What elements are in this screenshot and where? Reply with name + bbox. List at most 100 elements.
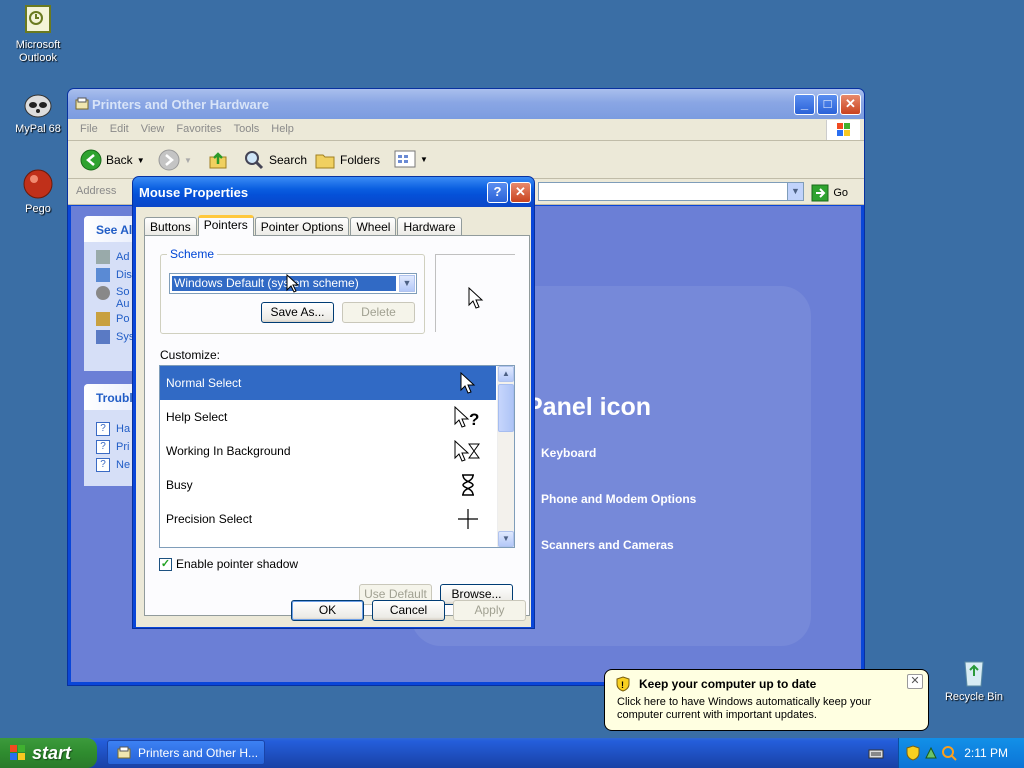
system-tray: 2:11 PM bbox=[898, 738, 1024, 768]
desktop-icon-label: Pego bbox=[25, 203, 51, 215]
list-item[interactable]: Precision Select bbox=[160, 502, 496, 536]
menu-bar: File Edit View Favorites Tools Help bbox=[68, 119, 864, 141]
dialog-close-button[interactable]: ✕ bbox=[510, 182, 531, 203]
up-folder-icon bbox=[209, 152, 227, 169]
menu-view[interactable]: View bbox=[135, 119, 171, 139]
menu-file[interactable]: File bbox=[74, 119, 104, 139]
forward-arrow-icon bbox=[158, 149, 180, 171]
views-icon bbox=[394, 150, 416, 168]
dialog-titlebar[interactable]: Mouse Properties ? ✕ bbox=[133, 177, 534, 207]
desktop-icon-mypal[interactable]: MyPal 68 bbox=[0, 88, 76, 136]
balloon-close-button[interactable]: ✕ bbox=[907, 674, 923, 689]
menu-edit[interactable]: Edit bbox=[104, 119, 135, 139]
search-icon[interactable] bbox=[941, 745, 957, 761]
customize-label: Customize: bbox=[160, 348, 221, 362]
tab-buttons[interactable]: Buttons bbox=[144, 217, 197, 235]
windows-flag-icon bbox=[10, 745, 25, 760]
network-icon[interactable] bbox=[923, 745, 939, 761]
start-button[interactable]: start bbox=[0, 738, 97, 768]
delete-button[interactable]: Delete bbox=[342, 302, 415, 323]
enable-shadow-label: Enable pointer shadow bbox=[176, 557, 299, 571]
taskbar-button-printers[interactable]: Printers and Other H... bbox=[107, 740, 265, 765]
search-button[interactable]: Search bbox=[243, 149, 307, 171]
chevron-down-icon[interactable]: ▼ bbox=[399, 275, 415, 292]
help-icon: ? bbox=[96, 440, 110, 454]
address-input[interactable]: ▼ bbox=[538, 182, 804, 201]
help-button[interactable]: ? bbox=[487, 182, 508, 203]
scroll-up-button[interactable]: ▲ bbox=[498, 366, 514, 382]
folders-icon bbox=[315, 154, 335, 169]
desktop-icon-pego[interactable]: Pego bbox=[0, 168, 76, 216]
hardware-icon bbox=[96, 250, 110, 264]
arrow-cursor-icon bbox=[468, 287, 484, 309]
balloon-title-row: ! Keep your computer up to date bbox=[615, 676, 918, 692]
scroll-down-button[interactable]: ▼ bbox=[498, 531, 514, 547]
taskbar-button-label: Printers and Other H... bbox=[138, 745, 259, 760]
tab-wheel[interactable]: Wheel bbox=[350, 217, 397, 235]
system-icon bbox=[96, 330, 110, 344]
power-icon bbox=[96, 312, 110, 326]
list-item[interactable]: Normal Select bbox=[160, 366, 496, 400]
update-balloon[interactable]: ! Keep your computer up to date Click he… bbox=[604, 669, 929, 731]
tab-pointers[interactable]: Pointers bbox=[197, 215, 254, 236]
tab-hardware[interactable]: Hardware bbox=[397, 217, 462, 235]
pego-icon bbox=[22, 168, 54, 200]
search-icon bbox=[245, 151, 264, 170]
menu-tools[interactable]: Tools bbox=[228, 119, 266, 139]
keyboard-link[interactable]: Keyboard bbox=[541, 446, 596, 460]
close-button[interactable]: ✕ bbox=[840, 94, 861, 115]
printers-folder-icon bbox=[117, 746, 131, 758]
chevron-down-icon: ▼ bbox=[420, 154, 428, 164]
back-button[interactable]: Back ▼ bbox=[80, 149, 145, 171]
taskbar: start Printers and Other H... 2:11 PM bbox=[0, 738, 1024, 768]
list-item[interactable]: Help Select ? bbox=[160, 400, 496, 434]
crosshair-cursor-icon bbox=[454, 505, 482, 533]
recycle-bin-icon bbox=[958, 656, 990, 688]
keyboard-icon[interactable] bbox=[868, 748, 884, 760]
list-item[interactable]: Working In Background bbox=[160, 434, 496, 468]
list-item[interactable]: Busy bbox=[160, 468, 496, 502]
enable-shadow-checkbox[interactable]: ✓ bbox=[159, 557, 172, 571]
apply-button[interactable]: Apply bbox=[453, 600, 526, 621]
desktop-icon-recycle-bin[interactable]: Recycle Bin bbox=[936, 656, 1012, 704]
address-dropdown-button[interactable]: ▼ bbox=[787, 183, 803, 200]
scheme-selected-value: Windows Default (system scheme) bbox=[171, 275, 397, 292]
back-arrow-icon bbox=[80, 149, 102, 171]
folders-button[interactable]: Folders bbox=[314, 149, 380, 171]
menu-help[interactable]: Help bbox=[265, 119, 300, 139]
help-icon: ? bbox=[96, 458, 110, 472]
desktop-icon-outlook[interactable]: Microsoft Outlook bbox=[0, 4, 76, 65]
scroll-thumb[interactable] bbox=[498, 384, 514, 432]
mypal-icon bbox=[22, 88, 54, 120]
folders-label: Folders bbox=[340, 153, 381, 167]
forward-button[interactable]: ▼ bbox=[158, 149, 192, 171]
svg-text:!: ! bbox=[621, 680, 624, 690]
tab-strip: Buttons Pointers Pointer Options Wheel H… bbox=[144, 215, 463, 236]
scanners-cameras-link[interactable]: Scanners and Cameras bbox=[541, 538, 674, 552]
start-label: start bbox=[32, 742, 72, 763]
arrow-cursor-icon bbox=[454, 369, 482, 397]
maximize-button[interactable]: □ bbox=[817, 94, 838, 115]
security-alert-icon[interactable] bbox=[905, 745, 921, 761]
dialog-title: Mouse Properties bbox=[139, 185, 249, 200]
outlook-icon bbox=[22, 4, 54, 36]
chevron-down-icon: ▼ bbox=[136, 155, 145, 165]
tab-pointer-options[interactable]: Pointer Options bbox=[254, 217, 350, 235]
explorer-titlebar[interactable]: Printers and Other Hardware _ □ ✕ bbox=[68, 89, 864, 119]
up-folder-button[interactable] bbox=[207, 149, 229, 171]
mouse-pointer-icon bbox=[286, 274, 300, 293]
pointer-list[interactable]: Normal Select Help Select ? Working In B… bbox=[159, 365, 515, 548]
cancel-button[interactable]: Cancel bbox=[372, 600, 445, 621]
minimize-button[interactable]: _ bbox=[794, 94, 815, 115]
list-scrollbar[interactable]: ▲ ▼ bbox=[497, 366, 514, 547]
views-button[interactable]: ▼ bbox=[394, 149, 428, 169]
svg-text:?: ? bbox=[469, 410, 479, 428]
clock: 2:11 PM bbox=[964, 746, 1008, 760]
enable-shadow-checkbox-row[interactable]: ✓ Enable pointer shadow bbox=[159, 557, 298, 571]
help-icon: ? bbox=[96, 422, 110, 436]
save-as-button[interactable]: Save As... bbox=[261, 302, 334, 323]
menu-favorites[interactable]: Favorites bbox=[170, 119, 227, 139]
phone-modem-link[interactable]: Phone and Modem Options bbox=[541, 492, 696, 506]
ok-button[interactable]: OK bbox=[291, 600, 364, 621]
go-button[interactable]: Go bbox=[811, 184, 848, 202]
